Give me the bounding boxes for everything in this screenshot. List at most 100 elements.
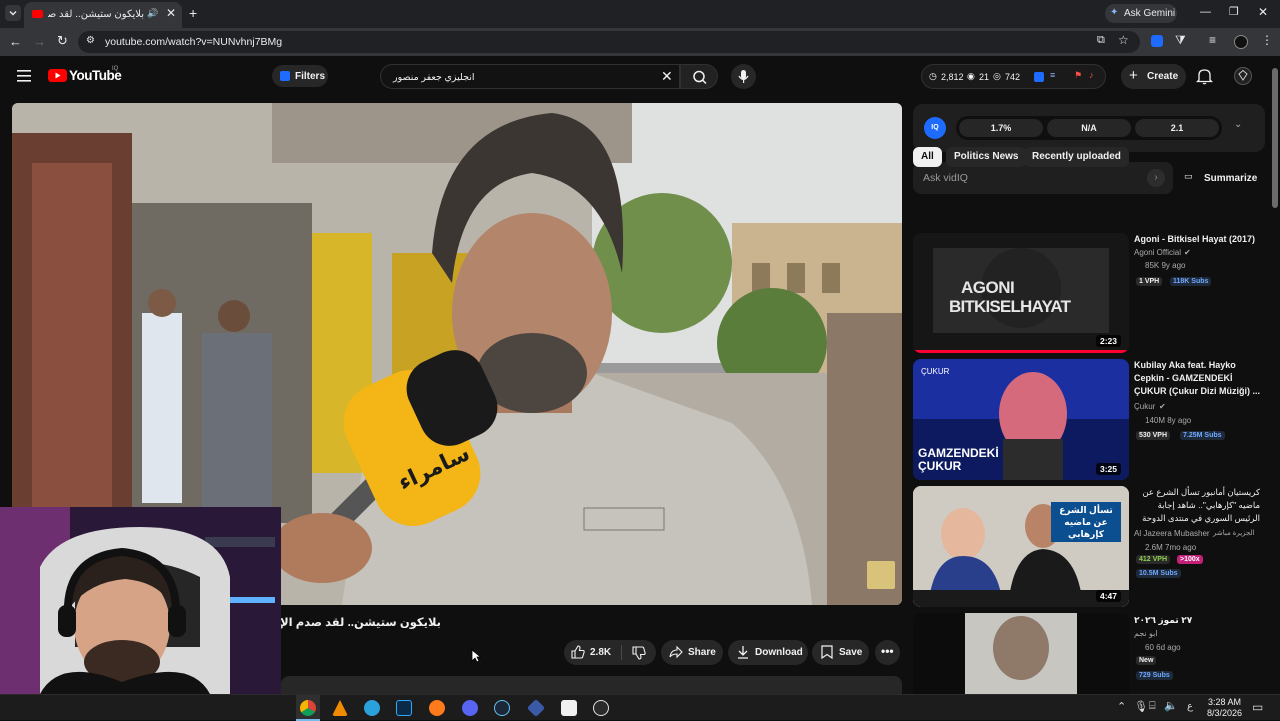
- subs-badge: 7.25M Subs: [1180, 431, 1225, 440]
- rec-title[interactable]: Agoni - Bitkisel Hayat (2017): [1134, 233, 1260, 246]
- account-avatar[interactable]: [1234, 67, 1252, 85]
- diamond-icon: [1238, 69, 1248, 81]
- share-button[interactable]: Share: [661, 640, 723, 665]
- rec-title[interactable]: كريستيان أمانبور تسأل الشرع عن ماضيه "كإ…: [1134, 486, 1260, 525]
- discord-icon[interactable]: [462, 700, 478, 716]
- reload-button[interactable]: ↻: [57, 33, 68, 49]
- rec-title[interactable]: ٢٧ تموز ٢٠٢٦: [1134, 614, 1260, 627]
- photoshop-icon[interactable]: [396, 700, 412, 716]
- like-button[interactable]: 2.8K: [564, 640, 619, 665]
- rec-channel[interactable]: ابو نجم: [1134, 629, 1158, 638]
- verified-icon: ✔: [1159, 402, 1166, 411]
- thumbnail-text: GAMZENDEKİ ÇUKUR: [918, 446, 999, 473]
- microphone-icon: [738, 70, 749, 83]
- restore-button[interactable]: ❐: [1229, 5, 1239, 18]
- extension-vidiq-icon[interactable]: [1151, 35, 1163, 47]
- capcut-icon[interactable]: [561, 700, 577, 716]
- recommendation-thumbnail[interactable]: [913, 613, 1129, 694]
- recommendation-thumbnail[interactable]: AGONI BITKISELHAYAT 2:23: [913, 233, 1129, 353]
- more-actions-button[interactable]: •••: [875, 640, 900, 665]
- youtube-logo[interactable]: YouTube IQ: [48, 66, 122, 83]
- video-title-text: بلايكون ستيشن.. لقد صدم الإنكليز م: [281, 617, 441, 629]
- download-button[interactable]: Download: [728, 640, 808, 665]
- create-button[interactable]: + Create: [1121, 64, 1186, 89]
- bell-icon: [1196, 69, 1213, 85]
- like-divider: [621, 645, 622, 660]
- close-window-button[interactable]: ✕: [1258, 5, 1268, 19]
- description-box[interactable]: [281, 676, 902, 694]
- vidiq-small-icon[interactable]: [1034, 72, 1044, 82]
- guide-menu-button[interactable]: [17, 70, 31, 82]
- notification-center-icon[interactable]: ▭: [1252, 700, 1263, 714]
- ask-gemini-button[interactable]: ✦ Ask Gemini: [1105, 4, 1177, 23]
- expand-chevron-icon[interactable]: ⌄: [1234, 119, 1242, 130]
- browser-tab-active[interactable]: 🔊 بلايكون ستيشن.. لقد صدم الإنكليز م ✕: [24, 2, 182, 28]
- page-scrollbar[interactable]: [1272, 68, 1278, 208]
- watch-progress: [913, 350, 1129, 353]
- eye-icon: ◉: [967, 71, 975, 81]
- clock-time[interactable]: 3:28 AM: [1208, 697, 1241, 707]
- metric-1: 1.7%: [959, 119, 1043, 137]
- search-button[interactable]: [680, 64, 718, 89]
- recommendation-thumbnail[interactable]: ÇUKUR GAMZENDEKİ ÇUKUR 3:25: [913, 359, 1129, 480]
- reading-list-icon[interactable]: ≡: [1209, 33, 1216, 47]
- rec-title[interactable]: Kubilay Aka feat. Hayko Cepkin - GAMZEND…: [1134, 359, 1260, 398]
- rec-channel[interactable]: Agoni Official: [1134, 248, 1181, 257]
- vlc-icon[interactable]: [332, 700, 348, 716]
- duration-badge: 2:23: [1096, 335, 1122, 347]
- keyboard-language[interactable]: ع: [1187, 701, 1193, 712]
- new-tab-button[interactable]: +: [189, 5, 197, 21]
- save-button[interactable]: Save: [812, 640, 869, 665]
- clock-date[interactable]: 8/3/2026: [1207, 708, 1242, 718]
- bookmark-star-icon[interactable]: ☆: [1118, 33, 1129, 47]
- profile-avatar-icon[interactable]: [1234, 35, 1248, 49]
- subs-badge: 729 Subs: [1136, 671, 1173, 680]
- mouse-cursor-icon: [471, 649, 481, 663]
- vidiq-bell-icon[interactable]: ♪: [1089, 70, 1094, 80]
- rec-channel[interactable]: Al Jazeera Mubasher: [1134, 529, 1210, 538]
- extensions-puzzle-icon[interactable]: ⧩: [1175, 33, 1186, 48]
- clear-search-icon[interactable]: ✕: [661, 68, 673, 85]
- tab-search-button[interactable]: [5, 5, 21, 21]
- channel-watermark[interactable]: [867, 561, 895, 589]
- vidiq-alert-icon[interactable]: ⚑: [1074, 70, 1082, 81]
- address-bar[interactable]: ⚙ youtube.com/watch?v=NUNvhnj7BMg ⧉ ☆: [78, 31, 1140, 53]
- tray-network-icon[interactable]: ⌸: [1149, 700, 1156, 713]
- notifications-button[interactable]: [1196, 67, 1213, 85]
- chip-politics-news[interactable]: Politics News: [946, 147, 1027, 167]
- steam-icon[interactable]: [494, 700, 510, 716]
- thumbs-down-icon: [632, 646, 646, 660]
- metric-3: 2.1: [1135, 119, 1219, 137]
- voice-search-button[interactable]: [731, 64, 756, 89]
- youtube-play-icon: [48, 69, 67, 82]
- chip-all[interactable]: All: [913, 147, 942, 167]
- tab-close-icon[interactable]: ✕: [166, 6, 176, 20]
- vidiq-list-icon[interactable]: ≡: [1050, 70, 1055, 80]
- webcam-overlay: [0, 507, 281, 694]
- search-box[interactable]: انجليزي جعفر منصور ✕: [380, 64, 680, 89]
- recorder-icon[interactable]: [593, 700, 609, 716]
- chrome-icon[interactable]: [300, 700, 316, 716]
- tray-volume-icon[interactable]: 🔈: [1164, 699, 1178, 712]
- tray-overflow-icon[interactable]: ⌃: [1117, 700, 1126, 713]
- firefox-icon[interactable]: [429, 700, 445, 716]
- minimize-button[interactable]: —: [1200, 6, 1211, 18]
- duration-badge: 3:25: [1096, 463, 1122, 475]
- chip-recently-uploaded[interactable]: Recently uploaded: [1024, 147, 1129, 167]
- rec-channel[interactable]: Çukur: [1134, 402, 1155, 411]
- clock-icon: ◷: [929, 71, 937, 81]
- install-app-icon[interactable]: ⧉: [1097, 34, 1105, 47]
- telegram-icon[interactable]: [364, 700, 380, 716]
- send-chevron-icon[interactable]: ›: [1147, 169, 1165, 187]
- recommendation-thumbnail[interactable]: تسأل الشرع عن ماضيه كإرهابي 4:47: [913, 486, 1129, 607]
- browser-menu-icon[interactable]: ⋮: [1261, 33, 1273, 47]
- search-input[interactable]: انجليزي جعفر منصور: [393, 72, 475, 83]
- app-diamond-icon[interactable]: [526, 698, 546, 718]
- dislike-button[interactable]: [626, 640, 654, 665]
- save-label: Save: [839, 647, 863, 658]
- back-button[interactable]: ←: [9, 34, 22, 49]
- comments-stat: 21: [979, 72, 990, 82]
- vidiq-filters-button[interactable]: Filters: [272, 65, 328, 87]
- tray-mic-icon[interactable]: 🎙: [1134, 700, 1148, 713]
- forward-button[interactable]: →: [33, 34, 46, 49]
